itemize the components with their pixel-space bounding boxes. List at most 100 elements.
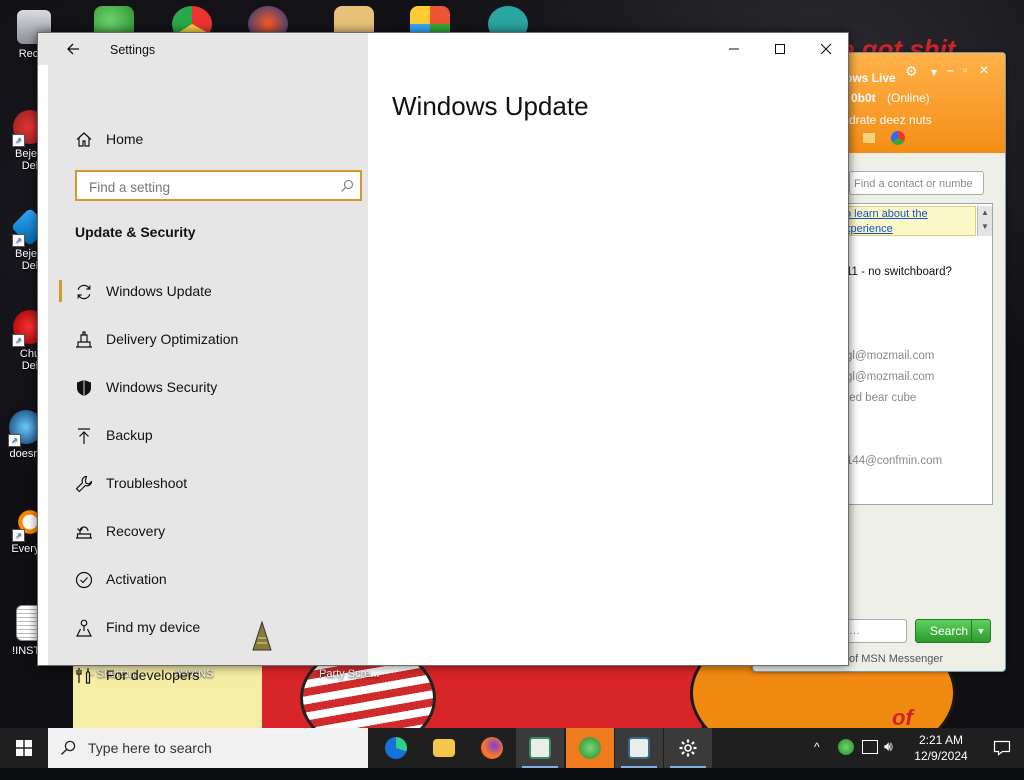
- msn-minimize-icon[interactable]: –: [947, 63, 954, 77]
- network-icon[interactable]: [862, 740, 878, 754]
- nav-label: For developers: [106, 667, 200, 683]
- nav-item-windows-security[interactable]: Windows Security: [59, 367, 367, 407]
- action-center-button[interactable]: [980, 728, 1024, 768]
- msn-spaces-icon[interactable]: [891, 131, 905, 145]
- folder-icon: [433, 739, 455, 757]
- msn-username[interactable]: 0b0t: [851, 91, 876, 105]
- checkmark-circle-icon: [75, 571, 93, 589]
- developer-tools-icon: [76, 668, 91, 684]
- nav-item-for-developers[interactable]: For developers: [59, 655, 367, 695]
- taskbar-search-placeholder: Type here to search: [88, 740, 212, 756]
- wrench-icon: [75, 475, 93, 493]
- maximize-button[interactable]: [757, 33, 803, 65]
- home-nav-item[interactable]: Home: [75, 128, 335, 152]
- msn-close-icon[interactable]: ✕: [979, 63, 989, 77]
- gear-icon: [679, 739, 697, 757]
- minimize-button[interactable]: [711, 33, 757, 65]
- home-label: Home: [106, 131, 144, 147]
- nav-label: Find my device: [106, 619, 201, 635]
- contact-row[interactable]: 144@confmin.com: [846, 455, 942, 467]
- msn-title: ows Live: [845, 71, 896, 85]
- msn-search-input[interactable]: Find a contact or numbe: [849, 171, 984, 195]
- nav-item-backup[interactable]: Backup: [59, 415, 367, 455]
- nav-item-troubleshoot[interactable]: Troubleshoot: [59, 463, 367, 503]
- window-app-icon: [529, 737, 551, 759]
- msn-contact-list: o learn about the xperience ▲ ▼ 11 - no s…: [837, 203, 993, 505]
- msn-mail-icon[interactable]: [863, 133, 875, 143]
- window-app-taskbar-button[interactable]: [516, 728, 564, 768]
- firefox-icon: [481, 737, 503, 759]
- search-icon: [341, 179, 354, 192]
- volume-icon[interactable]: 🔊︎: [884, 738, 893, 778]
- windows-start-icon: [16, 740, 32, 756]
- nav-item-delivery-optimization[interactable]: Delivery Optimization: [59, 319, 367, 359]
- firefox-taskbar-button[interactable]: [468, 728, 516, 768]
- close-icon: [820, 43, 832, 55]
- msn-dropdown-icon[interactable]: ▾: [931, 65, 937, 79]
- settings-nav-pane: Home Update & Security Windows Update De…: [48, 65, 368, 684]
- nav-item-find-my-device[interactable]: Find my device: [59, 607, 367, 647]
- shield-icon: [77, 380, 91, 396]
- find-setting-box[interactable]: [75, 170, 362, 201]
- backup-arrow-icon: [78, 428, 90, 444]
- file-explorer-taskbar-button[interactable]: [420, 728, 468, 768]
- sync-icon: [77, 284, 91, 300]
- msn-footer[interactable]: of MSN Messenger: [849, 653, 943, 665]
- contact-row[interactable]: gl@mozmail.com: [846, 350, 934, 362]
- nav-label: Backup: [106, 427, 153, 443]
- maximize-icon: [775, 44, 785, 54]
- page-title: Windows Update: [392, 91, 589, 121]
- settings-window: Settings Home Update & Security Windows …: [37, 32, 849, 684]
- nav-label: Activation: [106, 571, 167, 587]
- clock-date: 12/9/2024: [914, 749, 968, 763]
- edge-taskbar-button[interactable]: [372, 728, 420, 768]
- chevron-down-icon[interactable]: ▼: [971, 620, 990, 642]
- clock-time: 2:21 AM: [918, 733, 964, 747]
- msn-tip-line1: o learn about the: [845, 208, 928, 220]
- window-title: Settings: [110, 43, 156, 57]
- back-arrow-icon: [67, 43, 79, 55]
- find-setting-input[interactable]: [87, 177, 331, 197]
- msn-options-icon[interactable]: ⚙: [905, 63, 918, 80]
- contact-row[interactable]: 11 - no switchboard?: [846, 266, 952, 278]
- taskbar-clock[interactable]: 2:21 AM 12/9/2024: [900, 732, 982, 764]
- settings-taskbar-button[interactable]: [664, 728, 712, 768]
- msn-taskbar-button[interactable]: [566, 728, 614, 768]
- search-icon: [61, 740, 76, 755]
- title-bar[interactable]: Settings: [38, 33, 848, 65]
- contact-row[interactable]: gl@mozmail.com: [846, 371, 934, 383]
- msn-search-button-label: Search: [930, 624, 969, 638]
- edge-icon: [385, 737, 407, 759]
- msn-tip-line2: xperience: [845, 223, 893, 235]
- msn-status[interactable]: (Online): [887, 91, 930, 105]
- msn-personal-message[interactable]: ydrate deez nuts: [843, 113, 932, 127]
- back-button[interactable]: [58, 39, 88, 61]
- taskbar-search-box[interactable]: Type here to search: [48, 728, 368, 768]
- person-pin-icon: [76, 619, 92, 637]
- nav-item-windows-update[interactable]: Windows Update: [59, 271, 367, 311]
- section-title: Update & Security: [75, 224, 196, 240]
- nav-item-recovery[interactable]: Recovery: [59, 511, 367, 551]
- nav-label: Recovery: [106, 523, 166, 539]
- show-hidden-icons-chevron-icon[interactable]: ^: [814, 740, 820, 780]
- recovery-icon: [76, 526, 92, 539]
- nav-label: Troubleshoot: [106, 475, 188, 491]
- minimize-icon: [729, 48, 739, 50]
- nav-label: Delivery Optimization: [106, 331, 239, 347]
- msn-web-search-input[interactable]: …: [845, 619, 907, 643]
- nav-label: Windows Update: [106, 283, 212, 299]
- start-button[interactable]: [0, 728, 48, 768]
- window-app-2-taskbar-button[interactable]: [615, 728, 663, 768]
- wallpaper-text-bottom: of: [892, 705, 913, 728]
- msn-tip-link[interactable]: o learn about the xperience: [838, 206, 976, 236]
- msn-tip-scrollbar[interactable]: ▲ ▼: [977, 206, 992, 236]
- msn-maximize-icon[interactable]: ▫: [963, 63, 967, 77]
- home-icon: [76, 132, 92, 147]
- msn-tray-icon[interactable]: [838, 739, 854, 755]
- delivery-optimization-icon: [76, 331, 92, 348]
- msn-search-button[interactable]: Search ▼: [915, 619, 991, 643]
- close-button[interactable]: [803, 33, 849, 65]
- contact-row[interactable]: ted bear cube: [846, 392, 916, 404]
- nav-item-activation[interactable]: Activation: [59, 559, 367, 599]
- notification-icon: [993, 740, 1011, 756]
